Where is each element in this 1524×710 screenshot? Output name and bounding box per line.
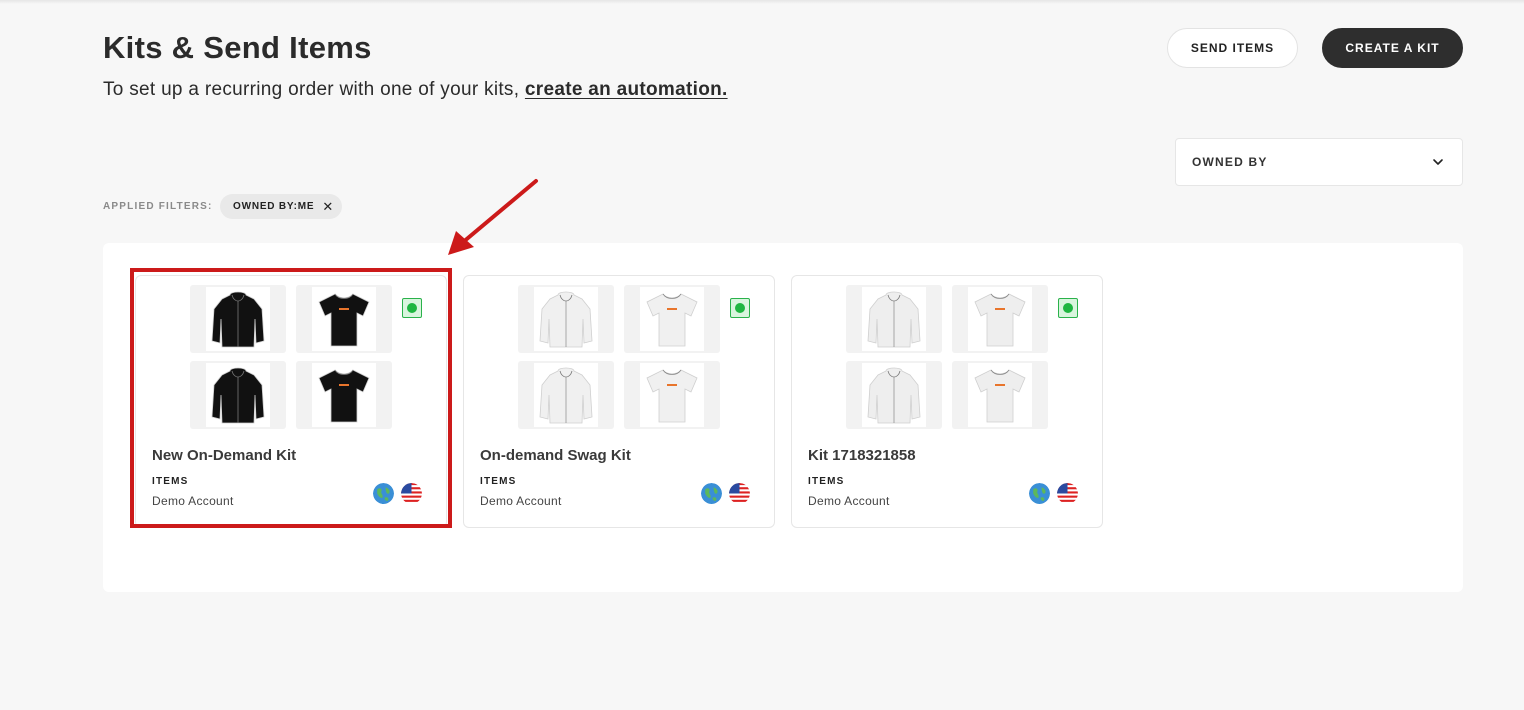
kit-card[interactable]: On-demand Swag Kit ITEMS Demo Account (463, 275, 775, 528)
kit-name: On-demand Swag Kit (480, 447, 631, 464)
hoodie-icon (867, 367, 921, 424)
hoodie-icon (211, 367, 265, 424)
product-thumbnail (624, 361, 720, 429)
items-label: ITEMS (152, 476, 189, 487)
filter-chip-owned-by: OWNED BY:ME ✕ (220, 194, 342, 219)
kit-card[interactable]: New On-Demand Kit ITEMS Demo Account (135, 275, 447, 528)
send-items-button[interactable]: SEND ITEMS (1167, 28, 1298, 68)
kit-owner: Demo Account (808, 494, 890, 508)
items-label: ITEMS (808, 476, 845, 487)
tshirt-icon (318, 293, 370, 347)
hoodie-icon (867, 291, 921, 348)
us-flag-icon (729, 483, 750, 504)
create-kit-button[interactable]: CREATE A KIT (1322, 28, 1463, 68)
chevron-down-icon (1433, 159, 1443, 165)
page-title: Kits & Send Items (103, 30, 372, 65)
us-flag-icon (401, 483, 422, 504)
tshirt-icon (646, 293, 698, 347)
product-thumbnail (190, 285, 286, 353)
product-thumbnail (952, 361, 1048, 429)
tshirt-icon (318, 369, 370, 423)
kit-card[interactable]: Kit 1718321858 ITEMS Demo Account (791, 275, 1103, 528)
product-thumbnail (846, 285, 942, 353)
close-icon[interactable]: ✕ (322, 200, 334, 213)
filter-chip-label: OWNED BY:ME (233, 201, 315, 212)
status-badge (1058, 298, 1078, 318)
us-flag-icon (1057, 483, 1078, 504)
hoodie-icon (211, 291, 265, 348)
owned-by-dropdown[interactable]: OWNED BY (1175, 138, 1463, 186)
globe-icon (1029, 483, 1050, 504)
product-thumbnail (190, 361, 286, 429)
globe-icon (701, 483, 722, 504)
product-thumbnail (296, 361, 392, 429)
tshirt-icon (646, 369, 698, 423)
subtitle-text: To set up a recurring order with one of … (103, 79, 520, 100)
product-thumbnail (952, 285, 1048, 353)
tshirt-icon (974, 369, 1026, 423)
top-divider (0, 0, 1524, 4)
kit-name: Kit 1718321858 (808, 447, 916, 464)
product-thumbnail (624, 285, 720, 353)
tshirt-icon (974, 293, 1026, 347)
kit-owner: Demo Account (152, 494, 234, 508)
hoodie-icon (539, 291, 593, 348)
kit-name: New On-Demand Kit (152, 447, 297, 464)
page-subtitle: To set up a recurring order with one of … (103, 79, 728, 101)
applied-filters-label: APPLIED FILTERS: (103, 201, 213, 212)
status-badge (402, 298, 422, 318)
status-badge (730, 298, 750, 318)
hoodie-icon (539, 367, 593, 424)
product-thumbnail (518, 285, 614, 353)
owned-by-label: OWNED BY (1192, 155, 1268, 169)
globe-icon (373, 483, 394, 504)
product-thumbnail (518, 361, 614, 429)
items-label: ITEMS (480, 476, 517, 487)
kit-owner: Demo Account (480, 494, 562, 508)
product-thumbnail (846, 361, 942, 429)
product-thumbnail (296, 285, 392, 353)
create-automation-link[interactable]: create an automation. (525, 79, 728, 100)
